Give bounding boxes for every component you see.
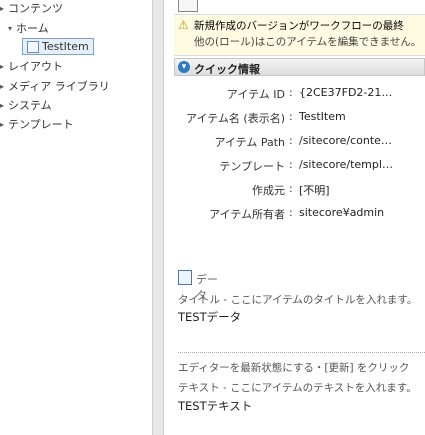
expand-arrow-icon[interactable]: ▸: [0, 101, 8, 110]
info-row-item-path: アイテム Path : /sitecore/conte…: [164, 134, 425, 152]
data-section-header[interactable]: データ: [178, 270, 218, 302]
expand-arrow-icon[interactable]: ▸: [0, 4, 8, 13]
info-value: [不明]: [299, 184, 330, 197]
info-row-created-from: 作成元 : [不明]: [164, 182, 425, 200]
tree-item-media-library[interactable]: ▸ メディア ライブラリ: [0, 78, 110, 94]
collapse-arrow-icon[interactable]: ▾: [8, 24, 16, 33]
divider: [178, 352, 425, 353]
editor-toolbar-icon[interactable]: [178, 0, 198, 12]
tree-item-label: メディア ライブラリ: [8, 80, 110, 93]
info-row-item-id: アイテム ID : {2CE37FD2-21…: [164, 86, 425, 104]
workflow-warning: ⚠ 新規作成のバージョンがワークフローの最終 他の(ロール)はこのアイテムを編集…: [174, 14, 425, 56]
info-label: アイテム ID: [226, 88, 285, 101]
tree-item-home[interactable]: ▾ ホーム: [8, 20, 49, 36]
info-label: アイテム Path: [214, 136, 285, 149]
section-icon: [178, 270, 192, 285]
expand-arrow-icon[interactable]: ▸: [0, 120, 8, 129]
tree-item-content[interactable]: ▸ コンテンツ: [0, 0, 63, 16]
collapse-icon[interactable]: ▾: [178, 61, 190, 73]
content-tree: ▸ コンテンツ ▾ ホーム TestItem ▸ レイアウト ▸ メディア ライ…: [0, 0, 152, 435]
info-label: アイテム名 (表示名): [186, 112, 285, 125]
tree-item-label: テンプレート: [8, 118, 74, 131]
info-label: アイテム所有者: [209, 208, 285, 221]
info-value[interactable]: /sitecore/conte…: [299, 134, 425, 147]
pane-splitter[interactable]: [152, 0, 164, 435]
tree-item-layout[interactable]: ▸ レイアウト: [0, 58, 63, 74]
tree-item-label: TestItem: [42, 40, 89, 53]
tree-item-testitem[interactable]: TestItem: [22, 38, 94, 55]
info-value: TestItem: [299, 110, 346, 123]
tree-item-label: コンテンツ: [8, 2, 63, 15]
info-row-owner: アイテム所有者 : sitecore¥admin: [164, 206, 425, 224]
expand-arrow-icon[interactable]: ▸: [0, 62, 8, 71]
warning-text: 新規作成のバージョンがワークフローの最終: [194, 20, 404, 32]
info-value[interactable]: /sitecore/templ…: [299, 158, 425, 171]
content-editor: ⚠ 新規作成のバージョンがワークフローの最終 他の(ロール)はこのアイテムを編集…: [164, 0, 425, 435]
info-label: 作成元: [252, 184, 285, 197]
warning-icon: ⚠: [178, 18, 189, 32]
info-row-item-name: アイテム名 (表示名) : TestItem: [164, 110, 425, 128]
warning-subtext: 他の(ロール)はこのアイテムを編集できません。: [194, 36, 422, 48]
item-icon: [27, 40, 39, 53]
section-title: クイック情報: [194, 63, 260, 76]
tree-item-system[interactable]: ▸ システム: [0, 97, 52, 113]
info-value: sitecore¥admin: [299, 206, 385, 219]
tree-item-label: レイアウト: [8, 60, 63, 73]
expand-arrow-icon[interactable]: ▸: [0, 82, 8, 91]
info-value[interactable]: {2CE37FD2-21…: [299, 86, 425, 99]
shared-note: エディターを最新状態にする・[更新] をクリック: [178, 362, 410, 374]
field-value-text[interactable]: TESTテキスト: [178, 398, 252, 414]
field-label-title: タイトル - ここにアイテムのタイトルを入れます。: [178, 294, 418, 306]
tree-item-label: ホーム: [16, 22, 49, 35]
info-label: テンプレート: [219, 160, 285, 173]
field-label-text: テキスト - ここにアイテムのテキストを入れます。: [178, 382, 417, 394]
tree-item-templates[interactable]: ▸ テンプレート: [0, 116, 74, 132]
info-row-template: テンプレート : /sitecore/templ…: [164, 158, 425, 176]
quick-info-header[interactable]: ▾ クイック情報: [174, 58, 425, 76]
field-value-title[interactable]: TESTデータ: [178, 309, 241, 325]
tree-item-label: システム: [8, 99, 52, 112]
